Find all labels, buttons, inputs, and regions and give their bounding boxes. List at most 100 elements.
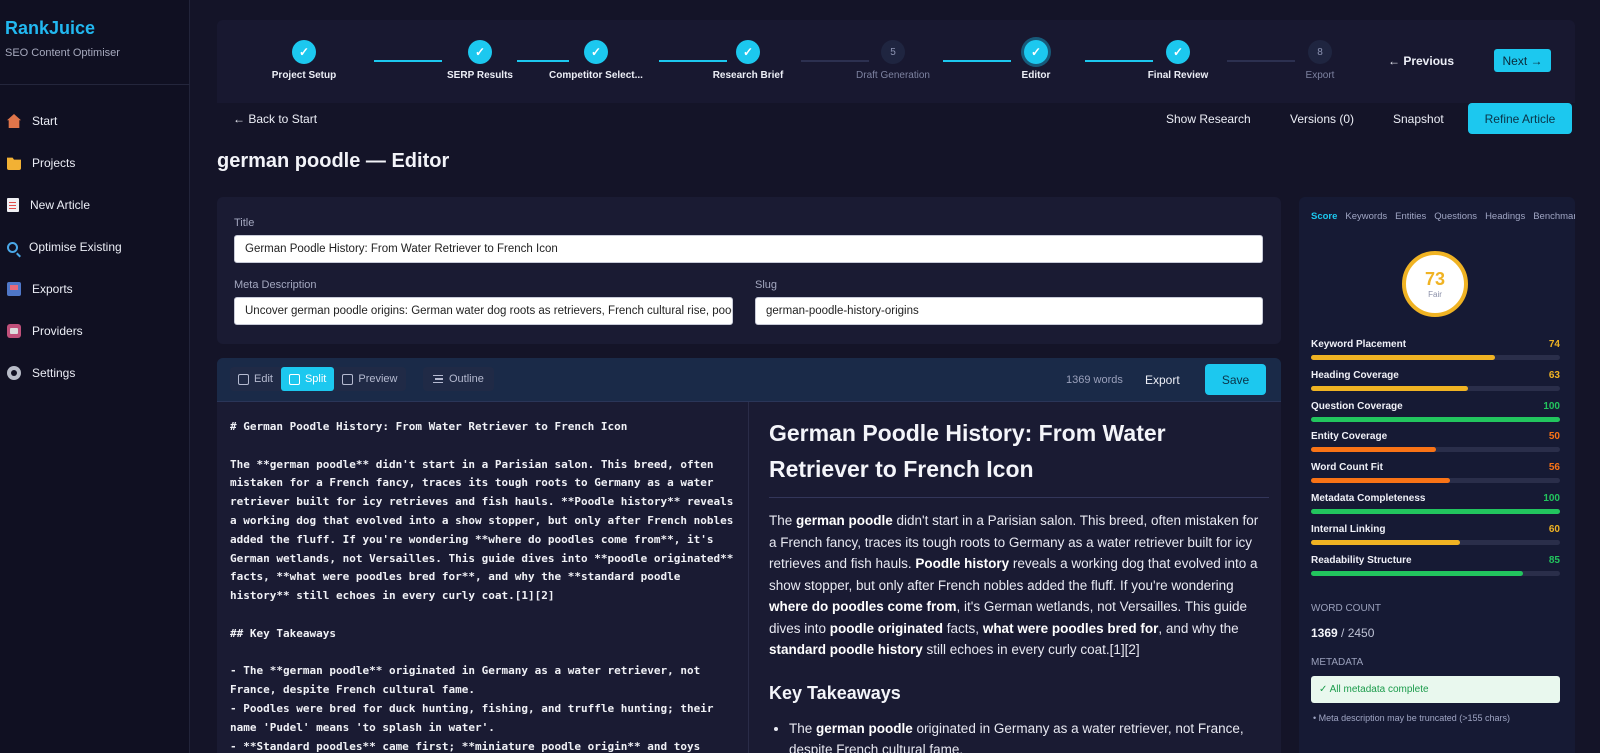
sidebar-item-projects[interactable]: Projects (0, 142, 190, 184)
step-project-setup[interactable]: ✓ Project Setup (249, 20, 359, 81)
back-to-start-link[interactable]: ← Back to Start (233, 112, 317, 126)
home-icon (7, 114, 21, 128)
meta-description-input[interactable]: Uncover german poodle origins: German wa… (234, 297, 733, 325)
title-label: Title (234, 217, 255, 229)
metric-track (1311, 385, 1560, 391)
previous-button[interactable]: ← Previous (1388, 54, 1454, 68)
sidebar: RankJuice SEO Content Optimiser Start Pr… (0, 0, 190, 753)
sidebar-item-providers[interactable]: Providers (0, 310, 190, 352)
metric-track (1311, 509, 1560, 514)
step-label: Editor (1021, 70, 1051, 81)
split-icon (288, 373, 300, 385)
word-count-target: / 2450 (1337, 626, 1375, 640)
title-input[interactable]: German Poodle History: From Water Retrie… (234, 235, 1263, 263)
score-value: 73 (1424, 268, 1446, 289)
preview-subheading: Key Takeaways (769, 682, 901, 703)
preview-heading: German Poodle History: From Water Retrie… (769, 415, 1269, 498)
metric-row: Heading Coverage 63 (1311, 370, 1560, 391)
step-draft-generation[interactable]: 5 Draft Generation (838, 20, 948, 81)
metric-track (1311, 570, 1560, 576)
mode-label: Preview (358, 373, 398, 385)
view-mode-toggle: Edit Split Preview (230, 367, 406, 391)
outline-button[interactable]: Outline (423, 367, 494, 391)
snapshot-button[interactable]: Snapshot (1393, 112, 1444, 126)
metadata-note: • Meta description may be truncated (>15… (1313, 713, 1510, 723)
step-label: Export (1305, 70, 1335, 81)
folder-icon (7, 157, 21, 170)
article-fields-panel: Title German Poodle History: From Water … (217, 197, 1281, 344)
tab-headings[interactable]: Headings (1485, 211, 1525, 222)
step-label: Project Setup (271, 70, 337, 81)
score-panel: Score Keywords Entities Questions Headin… (1299, 197, 1575, 753)
step-serp-results[interactable]: ✓ SERP Results (425, 20, 535, 81)
tab-entities[interactable]: Entities (1395, 211, 1426, 222)
slug-input[interactable]: german-poodle-history-origins (755, 297, 1263, 325)
brand-name[interactable]: RankJuice (5, 18, 189, 39)
metric-value: 60 (1548, 523, 1560, 535)
step-check-icon: ✓ (468, 40, 492, 64)
metric-name: Readability Structure (1311, 554, 1412, 566)
preview-intro-paragraph: The german poodle didn't start in a Pari… (769, 513, 1259, 657)
metric-name: Word Count Fit (1311, 462, 1384, 474)
sidebar-divider (0, 84, 190, 85)
outline-icon (433, 375, 443, 383)
editor-toolbar: Edit Split Preview Outline 1369 words Ex… (217, 358, 1281, 402)
word-count-label: WORD COUNT (1311, 603, 1381, 614)
meta-description-label: Meta Description (234, 279, 317, 291)
sidebar-item-exports[interactable]: Exports (0, 268, 190, 310)
step-competitor-select[interactable]: ✓ Competitor Select... (541, 20, 651, 81)
rendered-preview: German Poodle History: From Water Retrie… (769, 402, 1269, 753)
slug-label: Slug (755, 279, 778, 291)
metric-name: Heading Coverage (1311, 369, 1399, 381)
sidebar-item-start[interactable]: Start (0, 100, 190, 142)
mode-split-button[interactable]: Split (280, 367, 335, 391)
show-research-button[interactable]: Show Research (1166, 112, 1251, 126)
metric-fill (1311, 385, 1468, 391)
sidebar-item-settings[interactable]: Settings (0, 352, 190, 394)
mode-preview-button[interactable]: Preview (334, 367, 405, 391)
workflow-stepper: ✓ Project Setup ✓ SERP Results ✓ Competi… (217, 20, 1575, 103)
metric-fill (1311, 509, 1560, 514)
metric-fill (1311, 539, 1461, 545)
sidebar-item-label: New Article (30, 198, 91, 212)
action-bar: ← Back to Start Show Research Versions (… (217, 103, 1575, 134)
metric-value: 56 (1548, 462, 1560, 474)
tab-benchmarks[interactable]: Benchmarks (1533, 211, 1575, 222)
mode-edit-button[interactable]: Edit (230, 367, 281, 391)
metric-row: Word Count Fit 56 (1311, 462, 1560, 484)
markdown-source-editor[interactable]: # German Poodle History: From Water Retr… (217, 402, 749, 753)
step-export[interactable]: 8 Export (1265, 20, 1375, 81)
metric-value: 85 (1548, 554, 1560, 566)
tab-score[interactable]: Score (1311, 211, 1337, 222)
metric-value: 74 (1548, 339, 1560, 350)
metric-row: Entity Coverage 50 (1311, 431, 1560, 453)
sidebar-item-new-article[interactable]: New Article (0, 184, 190, 226)
mode-label: Edit (254, 373, 273, 385)
step-final-review[interactable]: ✓ Final Review (1123, 20, 1233, 81)
refine-article-button[interactable]: Refine Article (1468, 103, 1572, 134)
next-button[interactable]: Next → (1494, 49, 1551, 72)
word-count: 1369 words (1066, 374, 1123, 386)
step-label: Competitor Select... (549, 70, 643, 81)
sidebar-item-optimise-existing[interactable]: Optimise Existing (0, 226, 190, 268)
sidebar-nav: Start Projects New Article Optimise Exis… (0, 100, 190, 394)
export-button[interactable]: Export (1145, 373, 1180, 387)
tab-questions[interactable]: Questions (1434, 211, 1477, 222)
edit-icon (238, 373, 249, 385)
metric-track (1311, 355, 1560, 360)
metric-value: 63 (1548, 369, 1560, 381)
step-number: 5 (881, 40, 905, 64)
score-tabs: Score Keywords Entities Questions Headin… (1311, 211, 1575, 222)
tab-keywords[interactable]: Keywords (1345, 211, 1387, 222)
metric-track (1311, 539, 1560, 545)
step-label: Draft Generation (856, 70, 930, 81)
versions-button[interactable]: Versions (0) (1290, 112, 1354, 126)
metric-name: Internal Linking (1311, 523, 1386, 535)
step-research-brief[interactable]: ✓ Research Brief (693, 20, 803, 81)
step-editor[interactable]: ✓ Editor (981, 20, 1091, 81)
metadata-status: ✓ All metadata complete (1311, 676, 1560, 703)
search-icon (7, 241, 18, 253)
save-button[interactable]: Save (1205, 364, 1266, 395)
metric-fill (1311, 478, 1451, 484)
metric-value: 50 (1548, 431, 1560, 443)
